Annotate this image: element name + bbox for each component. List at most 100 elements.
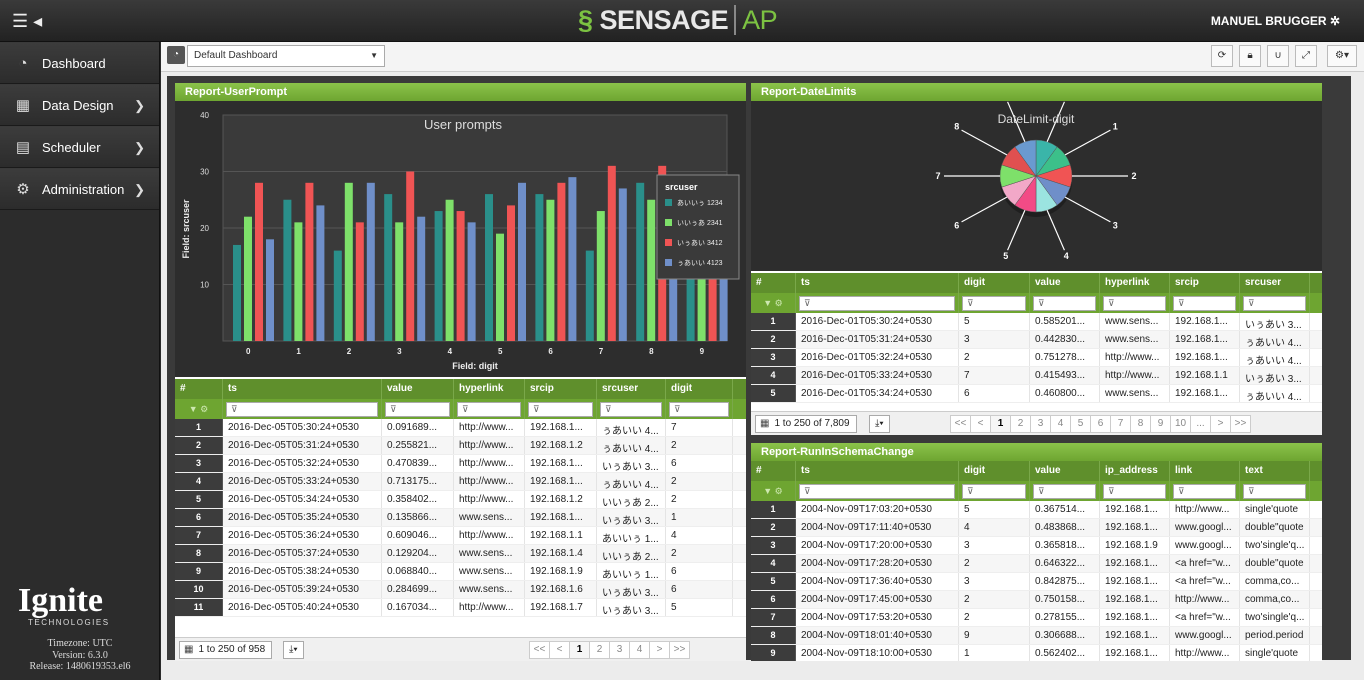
filter-input[interactable]: ⊽ (1243, 483, 1306, 499)
fullscreen-button[interactable]: ⤢ (1295, 45, 1317, 67)
page-button[interactable]: 3 (1030, 415, 1051, 433)
table-row[interactable]: 5 2016-Dec-01T05:34:24+0530 6 0.460800... ww… (751, 385, 1322, 403)
page-button[interactable]: 10 (1170, 415, 1191, 433)
filter-input[interactable]: ⊽ (669, 401, 729, 417)
settings-button[interactable]: ⚙▾ (1327, 45, 1357, 67)
filter-input[interactable]: ⊽ (799, 483, 955, 499)
column-header[interactable]: value (1030, 461, 1100, 481)
column-header[interactable]: ts (796, 273, 959, 293)
page-button[interactable]: 3 (609, 641, 630, 659)
table-row[interactable]: 2 2016-Dec-01T05:31:24+0530 3 0.442830... ww… (751, 331, 1322, 349)
filter-input[interactable]: ⊽ (1033, 483, 1096, 499)
magnet-button[interactable]: ∪ (1267, 45, 1289, 67)
filter-input[interactable]: ⊽ (962, 483, 1026, 499)
table-row[interactable]: 5 2016-Dec-05T05:34:24+0530 0.358402... htt… (175, 491, 746, 509)
column-header[interactable]: value (1030, 273, 1100, 293)
page-info-button[interactable]: ▦ 1 to 250 of 7,809 (755, 415, 857, 433)
filter-input[interactable]: ⊽ (457, 401, 521, 417)
lock-button[interactable]: 🔒︎ (1239, 45, 1261, 67)
page-button[interactable]: 5 (1070, 415, 1091, 433)
column-header[interactable]: ts (223, 379, 382, 399)
column-header[interactable]: srcuser (597, 379, 666, 399)
table-row[interactable]: 4 2004-Nov-09T17:28:20+0530 2 0.646322... 19… (751, 555, 1322, 573)
table-row[interactable]: 4 2016-Dec-05T05:33:24+0530 0.713175... htt… (175, 473, 746, 491)
table-row[interactable]: 9 2004-Nov-09T18:10:00+0530 1 0.562402... 19… (751, 645, 1322, 661)
column-header[interactable]: digit (959, 273, 1030, 293)
filter-input[interactable]: ⊽ (1173, 483, 1236, 499)
table-row[interactable]: 3 2004-Nov-09T17:20:00+0530 3 0.365818... 19… (751, 537, 1322, 555)
filter-input[interactable]: ⊽ (962, 295, 1026, 311)
page-button[interactable]: 8 (1130, 415, 1151, 433)
filter-icon[interactable]: ▼ ⚙ (754, 298, 792, 309)
column-header[interactable]: hyperlink (454, 379, 525, 399)
column-header[interactable]: srcip (525, 379, 597, 399)
page-button[interactable]: 1 (990, 415, 1011, 433)
filter-input[interactable]: ⊽ (799, 295, 955, 311)
user-menu[interactable]: MANUEL BRUGGER ✲ (1211, 14, 1340, 28)
table-row[interactable]: 1 2016-Dec-01T05:30:24+0530 5 0.585201... ww… (751, 313, 1322, 331)
page-button[interactable]: > (1210, 415, 1231, 433)
column-header[interactable]: ip_address (1100, 461, 1170, 481)
filter-input[interactable]: ⊽ (226, 401, 378, 417)
column-header[interactable]: text (1240, 461, 1310, 481)
column-header[interactable]: digit (666, 379, 733, 399)
page-button[interactable]: 1 (569, 641, 590, 659)
filter-input[interactable]: ⊽ (1033, 295, 1096, 311)
page-button[interactable]: << (529, 641, 550, 659)
table-row[interactable]: 7 2004-Nov-09T17:53:20+0530 2 0.278155... 19… (751, 609, 1322, 627)
page-button[interactable]: 2 (1010, 415, 1031, 433)
column-header[interactable]: # (175, 379, 223, 399)
table-row[interactable]: 3 2016-Dec-01T05:32:24+0530 2 0.751278... ht… (751, 349, 1322, 367)
table-row[interactable]: 3 2016-Dec-05T05:32:24+0530 0.470839... htt… (175, 455, 746, 473)
menu-toggle-icon[interactable]: ☰ ◂ (12, 11, 42, 32)
table-row[interactable]: 4 2016-Dec-01T05:33:24+0530 7 0.415493... ht… (751, 367, 1322, 385)
page-button[interactable]: < (970, 415, 991, 433)
table-row[interactable]: 2 2004-Nov-09T17:11:40+0530 4 0.483868... 19… (751, 519, 1322, 537)
sidebar-item-administration[interactable]: ⚙ Administration ❯ (0, 168, 159, 210)
page-button[interactable]: >> (669, 641, 690, 659)
page-info-button[interactable]: ▦ 1 to 250 of 958 (179, 641, 273, 659)
table-row[interactable]: 8 2004-Nov-09T18:01:40+0530 9 0.306688... 19… (751, 627, 1322, 645)
filter-icon[interactable]: ▼ ⚙ (754, 486, 792, 497)
table-row[interactable]: 11 2016-Dec-05T05:40:24+0530 0.167034... ht… (175, 599, 746, 617)
sidebar-item-dashboard[interactable]: ◔ Dashboard (0, 42, 159, 84)
filter-icon[interactable]: ▼ ⚙ (178, 404, 219, 415)
gear-icon[interactable]: ✲ (1330, 14, 1340, 28)
table-row[interactable]: 5 2004-Nov-09T17:36:40+0530 3 0.842875... 19… (751, 573, 1322, 591)
sidebar-item-scheduler[interactable]: ▤ Scheduler ❯ (0, 126, 159, 168)
page-button[interactable]: 2 (589, 641, 610, 659)
refresh-button[interactable]: ⟳ (1211, 45, 1233, 67)
table-row[interactable]: 10 2016-Dec-05T05:39:24+0530 0.284699... ww… (175, 581, 746, 599)
page-button[interactable]: 7 (1110, 415, 1131, 433)
sidebar-item-data-design[interactable]: ▦ Data Design ❯ (0, 84, 159, 126)
export-button[interactable]: ⤓▾ (283, 641, 304, 659)
page-button[interactable]: 9 (1150, 415, 1171, 433)
filter-input[interactable]: ⊽ (1103, 295, 1166, 311)
column-header[interactable]: srcip (1170, 273, 1240, 293)
column-header[interactable]: srcuser (1240, 273, 1310, 293)
table-row[interactable]: 1 2004-Nov-09T17:03:20+0530 5 0.367514... 19… (751, 501, 1322, 519)
table-row[interactable]: 1 2016-Dec-05T05:30:24+0530 0.091689... htt… (175, 419, 746, 437)
column-header[interactable]: ts (796, 461, 959, 481)
column-header[interactable]: digit (959, 461, 1030, 481)
page-button[interactable]: ... (1190, 415, 1211, 433)
column-header[interactable]: # (751, 461, 796, 481)
column-header[interactable]: hyperlink (1100, 273, 1170, 293)
column-header[interactable]: value (382, 379, 454, 399)
column-header[interactable]: link (1170, 461, 1240, 481)
page-button[interactable]: > (649, 641, 670, 659)
filter-input[interactable]: ⊽ (1173, 295, 1236, 311)
dashboard-select[interactable]: Default Dashboard ▼ (187, 45, 385, 67)
filter-input[interactable]: ⊽ (1103, 483, 1166, 499)
export-button[interactable]: ⤓▾ (869, 415, 890, 433)
page-button[interactable]: 6 (1090, 415, 1111, 433)
table-row[interactable]: 2 2016-Dec-05T05:31:24+0530 0.255821... htt… (175, 437, 746, 455)
page-button[interactable]: >> (1230, 415, 1251, 433)
table-row[interactable]: 6 2016-Dec-05T05:35:24+0530 0.135866... www… (175, 509, 746, 527)
page-button[interactable]: < (549, 641, 570, 659)
page-button[interactable]: 4 (1050, 415, 1071, 433)
page-button[interactable]: << (950, 415, 971, 433)
filter-input[interactable]: ⊽ (600, 401, 662, 417)
table-row[interactable]: 7 2016-Dec-05T05:36:24+0530 0.609046... htt… (175, 527, 746, 545)
page-button[interactable]: 4 (629, 641, 650, 659)
